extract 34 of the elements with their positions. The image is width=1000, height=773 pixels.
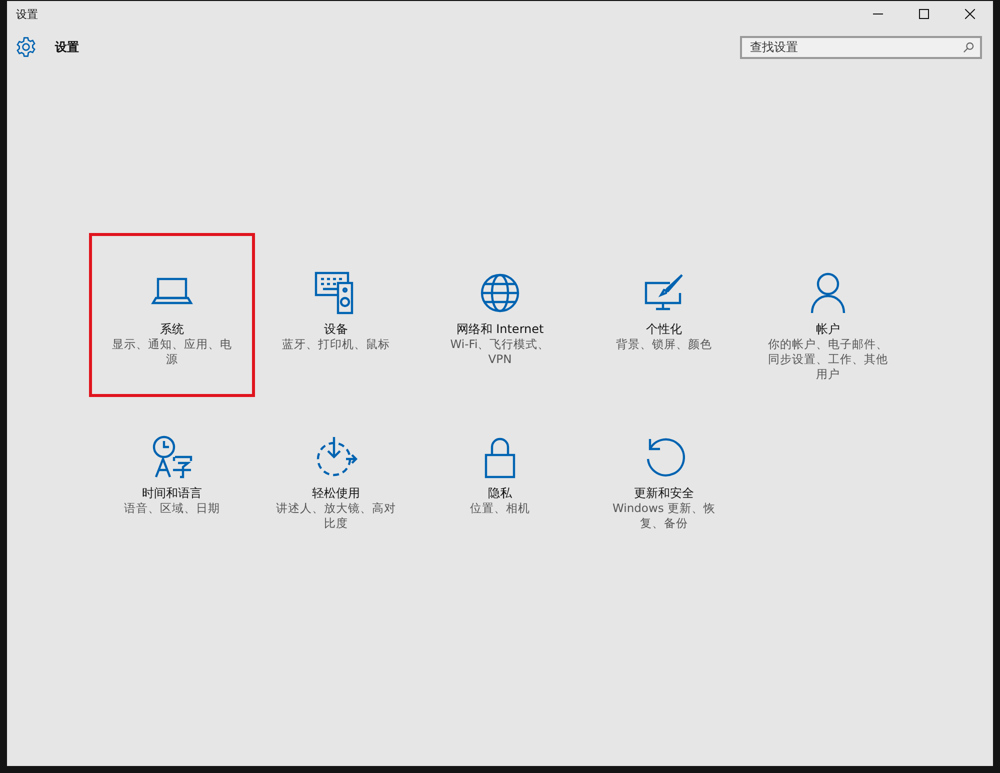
- tile-description: 显示、通知、应用、电源: [112, 337, 232, 367]
- tile-title: 隐私: [488, 485, 512, 501]
- tile-title: 个性化: [646, 321, 682, 337]
- page-title: 设置: [55, 38, 80, 56]
- tile-title: 系统: [160, 321, 184, 337]
- tile-title: 帐户: [816, 321, 840, 337]
- tile-title: 网络和 Internet: [456, 321, 544, 337]
- tile-description: 你的帐户、电子邮件、同步设置、工作、其他用户: [768, 337, 888, 382]
- settings-icon: [15, 36, 37, 58]
- tile-description: 语音、区域、日期: [123, 501, 221, 516]
- window-title: 设置: [16, 6, 38, 22]
- settings-tile[interactable]: 帐户 你的帐户、电子邮件、同步设置、工作、其他用户: [745, 233, 911, 397]
- tile-title: 时间和语言: [142, 485, 202, 501]
- settings-tile[interactable]: 个性化 背景、锁屏、颜色: [581, 233, 747, 397]
- maximize-icon: [919, 9, 929, 19]
- tile-title: 更新和安全: [634, 485, 694, 501]
- settings-tile[interactable]: 系统 显示、通知、应用、电源: [89, 233, 255, 397]
- close-icon: [965, 9, 975, 19]
- tile-title: 设备: [324, 321, 348, 337]
- tile-description: Wi-Fi、飞行模式、VPN: [449, 337, 551, 367]
- search-field[interactable]: 查找设置: [740, 36, 982, 58]
- tile-description: 讲述人、放大镜、高对比度: [276, 501, 396, 531]
- search-icon: [963, 42, 974, 52]
- settings-tile[interactable]: 设备 蓝牙、打印机、鼠标: [253, 233, 419, 397]
- tile-description: 背景、锁屏、颜色: [615, 337, 713, 352]
- settings-tile[interactable]: 更新和安全 Windows 更新、恢复、备份: [581, 397, 747, 561]
- tile-title: 轻松使用: [312, 485, 360, 501]
- settings-tile[interactable]: 轻松使用 讲述人、放大镜、高对比度: [253, 397, 419, 561]
- settings-tile[interactable]: 隐私 位置、相机: [417, 397, 583, 561]
- settings-tile[interactable]: 网络和 Internet Wi-Fi、飞行模式、VPN: [417, 233, 583, 397]
- tile-description: 位置、相机: [469, 501, 531, 516]
- tile-description: 蓝牙、打印机、鼠标: [281, 337, 391, 352]
- tile-description: Windows 更新、恢复、备份: [612, 501, 716, 531]
- settings-tile[interactable]: 时间和语言 语音、区域、日期: [89, 397, 255, 561]
